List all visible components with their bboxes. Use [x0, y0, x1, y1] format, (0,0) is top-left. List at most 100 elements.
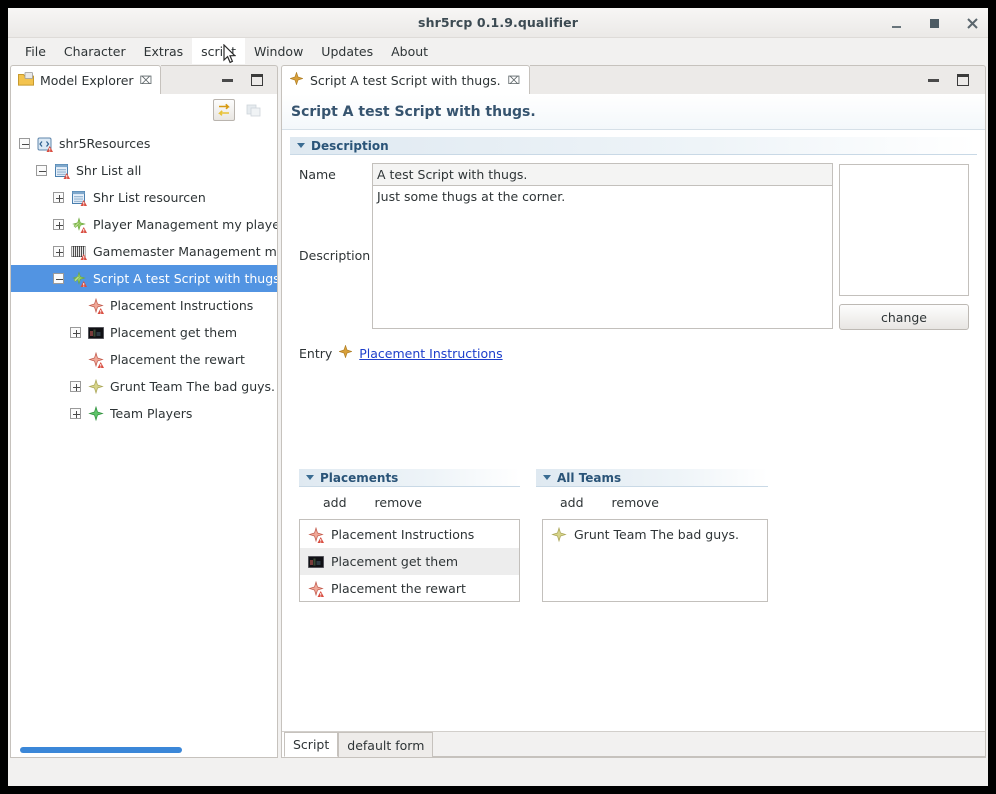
view-tab-filler — [161, 65, 278, 94]
title-bar: shr5rcp 0.1.9.qualifier — [8, 8, 988, 38]
form-tab-script[interactable]: Script — [284, 732, 339, 757]
photo-icon — [87, 324, 104, 341]
expand-icon[interactable] — [70, 408, 81, 419]
description-section-title: Description — [311, 138, 389, 153]
teams-section-title: All Teams — [557, 470, 622, 485]
description-field-row: Description — [290, 186, 833, 329]
expand-icon[interactable] — [70, 327, 81, 338]
menu-item-script[interactable]: script — [192, 38, 245, 64]
lists-row: Placements add remove Placement Instruct… — [290, 361, 977, 602]
change-button[interactable]: change — [839, 304, 969, 330]
tree-item-label: Placement the rewart — [110, 352, 245, 367]
description-section: Description Name Description — [290, 136, 977, 330]
image-preview[interactable] — [839, 164, 969, 296]
entry-label: Entry — [299, 345, 333, 361]
scrollbar-thumb[interactable] — [20, 747, 182, 753]
model-tree[interactable]: shr5Resources Shr List all Shr List resour… — [11, 126, 277, 743]
tree-item[interactable]: Grunt Team The bad guys. — [11, 373, 277, 400]
view-tab-row: Model Explorer ⌧ — [10, 64, 278, 94]
placement-item[interactable]: Placement the rewart — [300, 575, 519, 601]
close-icon[interactable]: ⌧ — [140, 75, 153, 86]
form-tab-default-form[interactable]: default form — [338, 732, 434, 757]
placements-section-header[interactable]: Placements — [299, 468, 520, 487]
tree-item-label: Placement get them — [110, 325, 238, 340]
model-tree-panel[interactable]: shr5Resources Shr List all Shr List resour… — [10, 126, 278, 758]
tree-item[interactable]: Script A test Script with thugs — [11, 265, 277, 292]
placement-icon — [308, 580, 324, 597]
menu-item-window[interactable]: Window — [245, 38, 312, 64]
editor-body: Script A test Script with thugs. Descrip… — [281, 94, 986, 758]
editor-tab-row: Script A test Script with thugs. ⌧ — [281, 64, 986, 94]
placement-item[interactable]: Placement get them — [300, 548, 519, 575]
teams-add-button[interactable]: add — [560, 495, 584, 510]
tree-item-label: Placement Instructions — [110, 298, 254, 313]
tab-script-editor[interactable]: Script A test Script with thugs. ⌧ — [281, 65, 531, 94]
script-icon — [70, 216, 87, 233]
menu-item-updates[interactable]: Updates — [312, 38, 382, 64]
expand-icon[interactable] — [70, 381, 81, 392]
tree-item[interactable]: Gamemaster Management m — [11, 238, 277, 265]
tree-item-label: Shr List all — [76, 163, 142, 178]
description-body: Name Description change — [290, 155, 977, 330]
placement-item-label: Placement the rewart — [331, 581, 466, 596]
teams-list[interactable]: Grunt Team The bad guys. — [542, 519, 768, 602]
link-with-editor-icon[interactable] — [213, 99, 235, 121]
tree-item[interactable]: Placement get them — [11, 319, 277, 346]
collapse-icon[interactable] — [19, 138, 30, 149]
workbench: Model Explorer ⌧ shr5Resources Shr List … — [8, 64, 988, 760]
chevron-down-icon[interactable] — [306, 475, 314, 480]
placement-item[interactable]: Placement Instructions — [300, 521, 519, 548]
minimize-button[interactable] — [886, 13, 906, 33]
form-scroll-area: Description Name Description — [282, 130, 985, 731]
tree-item-label: Shr List resourcen — [93, 190, 206, 205]
placements-add-button[interactable]: add — [323, 495, 347, 510]
tree-item-label: Gamemaster Management m — [93, 244, 277, 259]
description-section-header[interactable]: Description — [290, 136, 977, 155]
description-fields: Name Description — [290, 163, 833, 330]
teams-section-header[interactable]: All Teams — [536, 468, 768, 487]
tree-item[interactable]: Placement the rewart — [11, 346, 277, 373]
entry-link[interactable]: Placement Instructions — [359, 346, 502, 361]
name-input[interactable] — [372, 163, 833, 186]
team-item[interactable]: Grunt Team The bad guys. — [543, 521, 767, 548]
description-textarea[interactable] — [372, 186, 833, 329]
menu-item-file[interactable]: File — [16, 38, 55, 64]
tree-item[interactable]: Team Players — [11, 400, 277, 427]
maximize-button[interactable] — [924, 13, 944, 33]
view-minimize-button[interactable] — [222, 78, 233, 82]
teams-remove-button[interactable]: remove — [612, 495, 659, 510]
chevron-down-icon[interactable] — [543, 475, 551, 480]
tree-item[interactable]: Player Management my player — [11, 211, 277, 238]
menu-item-extras[interactable]: Extras — [135, 38, 193, 64]
tree-item-label: shr5Resources — [59, 136, 151, 151]
description-label: Description — [299, 248, 371, 263]
page-title: Script A test Script with thugs. — [282, 94, 985, 130]
placements-list[interactable]: Placement Instructions Placement get them… — [299, 519, 520, 602]
editor-minimize-button[interactable] — [928, 78, 939, 82]
placements-section: Placements add remove Placement Instruct… — [299, 468, 520, 602]
tree-horizontal-scrollbar[interactable] — [12, 744, 276, 756]
tree-item[interactable]: Placement Instructions — [11, 292, 277, 319]
collapse-icon[interactable] — [36, 165, 47, 176]
expand-icon[interactable] — [53, 219, 64, 230]
tree-item[interactable]: shr5Resources — [11, 130, 277, 157]
menu-item-about[interactable]: About — [382, 38, 437, 64]
application-window: shr5rcp 0.1.9.qualifier File Character E… — [8, 8, 988, 786]
collapse-icon[interactable] — [53, 273, 64, 284]
close-icon[interactable] — [962, 13, 982, 33]
placement-icon — [87, 351, 104, 368]
tab-model-explorer[interactable]: Model Explorer ⌧ — [10, 65, 162, 94]
chevron-down-icon[interactable] — [297, 143, 305, 148]
view-maximize-button[interactable] — [251, 74, 263, 86]
expand-icon[interactable] — [53, 192, 64, 203]
close-icon[interactable]: ⌧ — [508, 75, 521, 86]
collapse-all-icon[interactable] — [243, 99, 265, 121]
tree-item[interactable]: Shr List all — [11, 157, 277, 184]
entry-diamond-icon — [338, 344, 353, 361]
placements-remove-button[interactable]: remove — [375, 495, 422, 510]
editor-maximize-button[interactable] — [957, 74, 969, 86]
menu-item-character[interactable]: Character — [55, 38, 135, 64]
tree-item[interactable]: Shr List resourcen — [11, 184, 277, 211]
expand-icon[interactable] — [53, 246, 64, 257]
script-icon — [70, 270, 87, 287]
